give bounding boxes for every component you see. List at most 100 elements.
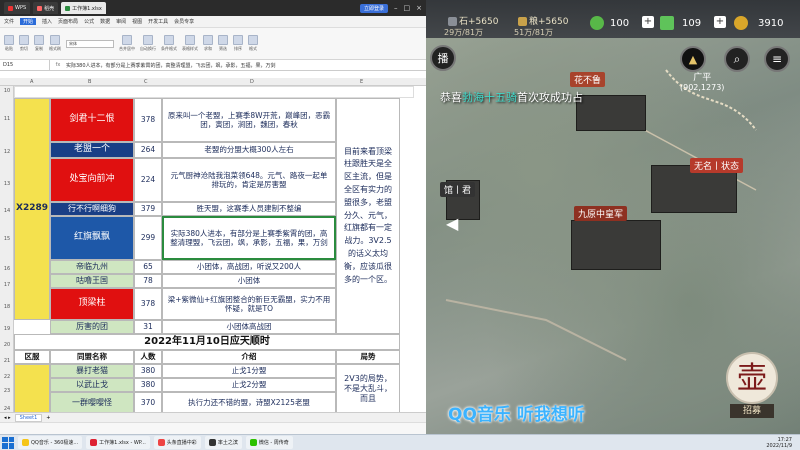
taskbar-item-wps[interactable]: 工作簿1.xlsx - WP...: [86, 436, 150, 449]
menu-formula[interactable]: 公式: [84, 18, 94, 25]
alliance-name[interactable]: 处宝向前冲: [50, 158, 134, 202]
map-label[interactable]: 九原中皇军: [574, 206, 628, 221]
alliance-name[interactable]: 剑君十二恨: [50, 98, 134, 142]
formula-input[interactable]: 实际380人进本，有部分是上赛季紫霄的团，高整清理盟，飞云团，飒，承影，五福，果…: [66, 62, 276, 69]
header-count[interactable]: 人数: [134, 350, 162, 364]
sheet-grid[interactable]: A B C D E 10 11 12 13 14 15 16 17 18 19 …: [0, 78, 426, 412]
alliance-count[interactable]: 65: [134, 260, 162, 274]
menu-icon[interactable]: ≡: [764, 46, 790, 72]
format-painter-button[interactable]: 格式刷: [49, 35, 61, 52]
alliance-desc[interactable]: 老盟的分盟大概300人左右: [162, 142, 336, 158]
alliance-count[interactable]: 299: [134, 216, 162, 260]
alliance-count[interactable]: 380: [134, 378, 162, 392]
alliance-count[interactable]: 370: [134, 392, 162, 412]
menu-insert[interactable]: 插入: [42, 18, 52, 25]
fx-icon[interactable]: fx: [50, 62, 66, 68]
zone-cell-2[interactable]: [14, 364, 50, 412]
alliance-count[interactable]: 78: [134, 274, 162, 288]
alliance-count[interactable]: 378: [134, 288, 162, 320]
alliance-name[interactable]: 咕噜王国: [50, 274, 134, 288]
row-header[interactable]: 17: [0, 282, 14, 288]
tab-workbook[interactable]: 工作簿1.xlsx: [61, 2, 106, 14]
alliance-count[interactable]: 264: [134, 142, 162, 158]
sort-button[interactable]: 排序: [233, 35, 243, 52]
alliance-count[interactable]: 380: [134, 364, 162, 378]
menu-member[interactable]: 会员专享: [174, 18, 194, 25]
menu-data[interactable]: 数据: [100, 18, 110, 25]
alliance-count[interactable]: 224: [134, 158, 162, 202]
search-icon[interactable]: ⌕: [724, 46, 750, 72]
cell-ref-box[interactable]: D15: [0, 60, 50, 70]
taskbar-item-live[interactable]: 头条直播中彩: [153, 436, 201, 449]
alliance-name[interactable]: 顶梁柱: [50, 288, 134, 320]
row-header[interactable]: 21: [0, 358, 14, 364]
tab-docer[interactable]: 稻壳: [33, 2, 59, 14]
alliance-name[interactable]: 红旗飘飘: [50, 216, 134, 260]
close-icon[interactable]: ×: [416, 4, 422, 13]
alliance-desc[interactable]: 梁+紫微仙+红旗团整合的新巨无霸盟，实力不用怀疑，就是TO: [162, 288, 336, 320]
alliance-name[interactable]: 行不行啊细狗: [50, 202, 134, 216]
col-c[interactable]: C: [144, 79, 148, 85]
menu-file[interactable]: 文件: [4, 18, 14, 25]
row-header[interactable]: 10: [0, 88, 14, 94]
header-name[interactable]: 同盟名称: [50, 350, 134, 364]
alliance-desc-selected[interactable]: 实际380人进本，有部分是上赛季紫霄的团，高整清理盟，飞云团，飒，承影，五福，果…: [162, 216, 336, 260]
row-header[interactable]: 18: [0, 304, 14, 310]
alliance-desc[interactable]: 止戈2分盟: [162, 378, 336, 392]
situation-cell-2[interactable]: 2V3的局势，不是大乱斗，而且: [336, 364, 400, 412]
map-label[interactable]: 馆丨君: [440, 182, 476, 197]
castle[interactable]: [571, 220, 661, 270]
menu-layout[interactable]: 页面布局: [58, 18, 78, 25]
alliance-name[interactable]: 厉害的团: [50, 320, 134, 334]
cut-button[interactable]: 剪切: [19, 35, 29, 52]
add-sheet-icon[interactable]: +: [46, 415, 50, 421]
row-header[interactable]: 15: [0, 236, 14, 242]
col-a[interactable]: A: [30, 79, 33, 85]
alliance-desc[interactable]: 胜天盟，这赛季人员建制不整编: [162, 202, 336, 216]
alliance-name[interactable]: 帝临九州: [50, 260, 134, 274]
font-select[interactable]: 宋体: [66, 39, 114, 48]
menu-view[interactable]: 视图: [132, 18, 142, 25]
row-header[interactable]: 16: [0, 266, 14, 272]
wrap-button[interactable]: 自动换行: [140, 35, 156, 52]
sheet-nav-icon[interactable]: ◂ ▸: [4, 415, 11, 421]
conditional-format-button[interactable]: 条件格式: [161, 35, 177, 52]
windows-start-icon[interactable]: [2, 436, 14, 449]
left-arrow-icon[interactable]: ◀: [446, 214, 458, 233]
alliance-name[interactable]: 暴打老猫: [50, 364, 134, 378]
broadcast-button[interactable]: 播: [430, 45, 456, 71]
jade-add-button[interactable]: +: [642, 16, 654, 28]
maximize-icon[interactable]: □: [404, 4, 411, 13]
header-situation[interactable]: 局势: [336, 350, 400, 364]
alliance-desc[interactable]: 止戈1分盟: [162, 364, 336, 378]
row-header[interactable]: 13: [0, 181, 14, 187]
map-label[interactable]: 花不鲁: [570, 72, 606, 87]
castle[interactable]: [576, 95, 646, 131]
alliance-desc[interactable]: 元气厨神沧陆我泡菜领648。元气、路夜一起单排玩的，肯定是厉害盟: [162, 158, 336, 202]
col-b[interactable]: B: [88, 79, 91, 85]
alliance-count[interactable]: 379: [134, 202, 162, 216]
menu-dev[interactable]: 开发工具: [148, 18, 168, 25]
merge-button[interactable]: 合并居中: [119, 35, 135, 52]
row-header[interactable]: 22: [0, 374, 14, 380]
alliance-desc[interactable]: 原来叫一个老盟，上赛季8W开荒，巅峰团，恶霸团，寅团，涧团，魏团，春秋: [162, 98, 336, 142]
map-label[interactable]: 无名丨状态: [690, 158, 744, 173]
zone-cell[interactable]: X2289: [14, 98, 50, 320]
alliance-name[interactable]: 以武止戈: [50, 378, 134, 392]
copy-button[interactable]: 复制: [34, 35, 44, 52]
minimize-icon[interactable]: –: [394, 4, 398, 13]
taskbar-item-qqmusic[interactable]: QQ音乐 - 360极速...: [18, 436, 83, 449]
sheet-tab[interactable]: Sheet1: [14, 413, 43, 422]
row-header[interactable]: 14: [0, 208, 14, 214]
alliance-name[interactable]: 老盟一个: [50, 142, 134, 158]
tab-wps[interactable]: WPS: [4, 2, 31, 14]
row-header[interactable]: 20: [0, 342, 14, 348]
recruit-button[interactable]: 壶 招募: [720, 352, 784, 422]
situation-cell[interactable]: 目前来看顶梁柱跟胜天是全区主流，但是全区有实力的盟很多，老盟分久、元气，红旗都有…: [336, 98, 400, 334]
header-zone[interactable]: 区服: [14, 350, 50, 364]
alliance-count[interactable]: 31: [134, 320, 162, 334]
alliance-name[interactable]: 一群嘤嘤怪: [50, 392, 134, 412]
format-button[interactable]: 格式: [248, 35, 258, 52]
taskbar-item-wechat[interactable]: 微信 - 周传奇: [245, 436, 293, 449]
copper-add-button[interactable]: +: [714, 16, 726, 28]
